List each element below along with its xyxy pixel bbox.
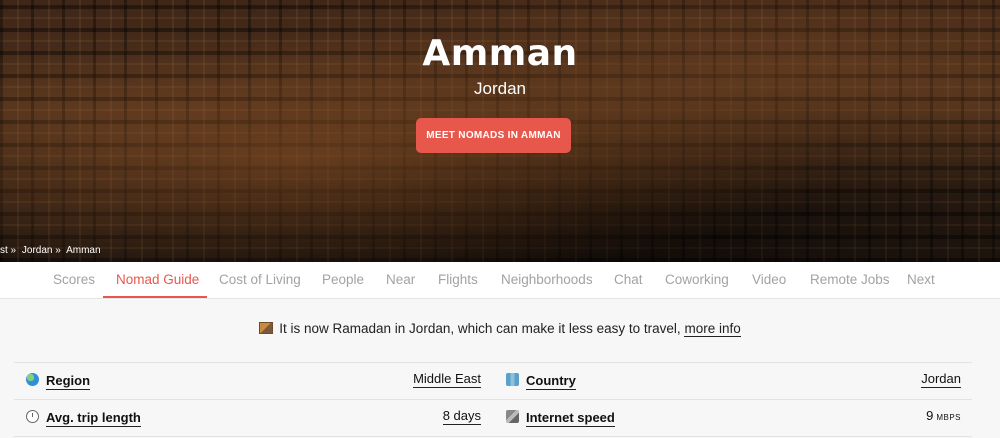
- ramadan-notice: It is now Ramadan in Jordan, which can m…: [0, 321, 1000, 337]
- country-value[interactable]: Jordan: [921, 371, 961, 388]
- tab-cost-of-living[interactable]: Cost of Living: [219, 262, 301, 299]
- meet-nomads-button[interactable]: MEET NOMADS IN AMMAN: [416, 118, 571, 153]
- tab-coworking[interactable]: Coworking: [665, 262, 729, 299]
- ramadan-icon: [259, 322, 274, 334]
- tab-chat[interactable]: Chat: [614, 262, 643, 299]
- avg-trip-length-label[interactable]: Avg. trip length: [46, 410, 141, 427]
- country-label[interactable]: Country: [526, 373, 576, 390]
- internet-speed-label[interactable]: Internet speed: [526, 410, 615, 427]
- section-tabs: Scores Nomad Guide Cost of Living People…: [0, 262, 1000, 299]
- breadcrumb-item[interactable]: Jordan »: [22, 245, 61, 256]
- internet-speed-value: 9 MBPS: [926, 408, 961, 426]
- region-label[interactable]: Region: [46, 373, 91, 390]
- row-divider: [14, 436, 972, 437]
- hero-banner: Amman Jordan MEET NOMADS IN AMMAN st » J…: [0, 0, 1000, 262]
- tab-next[interactable]: Next: [907, 262, 935, 299]
- tab-near[interactable]: Near: [386, 262, 415, 299]
- row-divider: [14, 399, 972, 400]
- avg-trip-length-value[interactable]: 8 days: [442, 408, 481, 425]
- tab-flights[interactable]: Flights: [438, 262, 478, 299]
- tab-remote-jobs[interactable]: Remote Jobs: [810, 262, 890, 299]
- globe-icon: [26, 373, 39, 386]
- map-icon: [506, 373, 519, 386]
- more-info-link[interactable]: more info: [684, 321, 741, 337]
- notice-text: It is now Ramadan in Jordan, which can m…: [279, 321, 681, 336]
- country-subtitle: Jordan: [474, 79, 526, 98]
- tab-people[interactable]: People: [322, 262, 364, 299]
- stopwatch-icon: [26, 410, 39, 423]
- region-value[interactable]: Middle East: [413, 371, 481, 388]
- city-title: Amman: [422, 33, 578, 74]
- internet-speed-number: 9: [926, 408, 934, 423]
- internet-speed-unit: MBPS: [936, 413, 961, 422]
- tab-scores[interactable]: Scores: [53, 262, 95, 299]
- active-tab-indicator: [103, 296, 207, 298]
- tab-nomad-guide[interactable]: Nomad Guide: [116, 262, 199, 299]
- satellite-icon: [506, 410, 519, 423]
- breadcrumb-item[interactable]: Amman: [66, 245, 100, 256]
- breadcrumb-item[interactable]: st »: [0, 245, 16, 256]
- tab-video[interactable]: Video: [752, 262, 786, 299]
- breadcrumb: st » Jordan » Amman: [0, 245, 104, 256]
- row-divider: [14, 362, 972, 363]
- tab-neighborhoods[interactable]: Neighborhoods: [501, 262, 593, 299]
